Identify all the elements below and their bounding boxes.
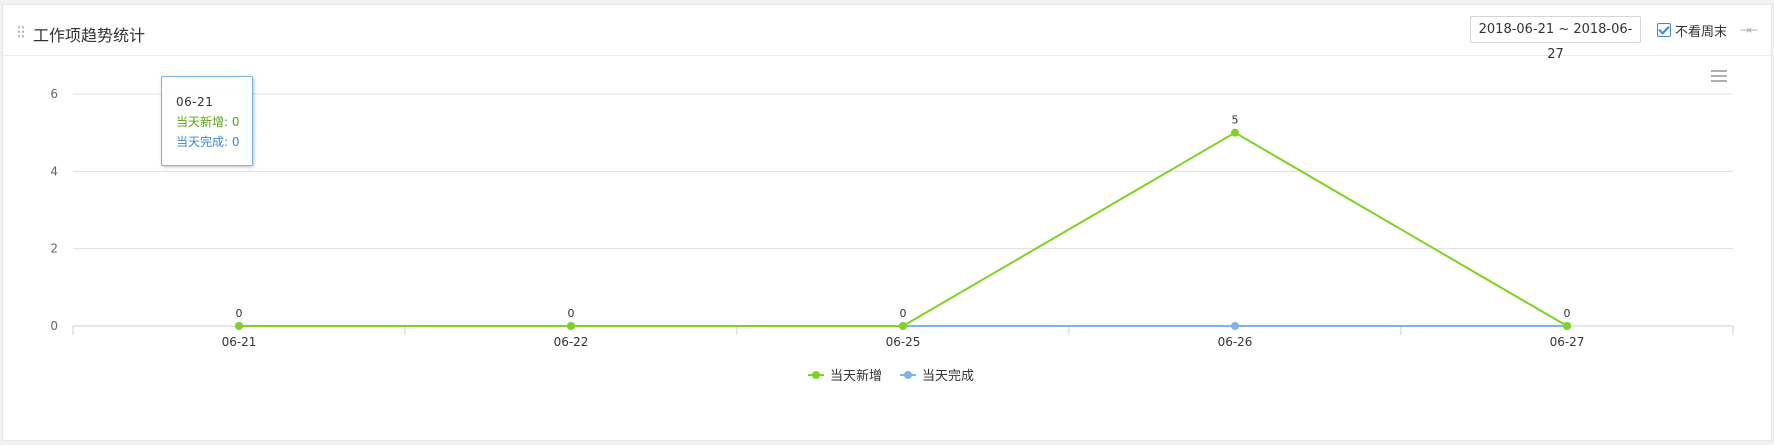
data-label: 0: [568, 307, 575, 320]
x-tick-label: 06-21: [222, 335, 257, 349]
tooltip-date: 06-21: [176, 95, 214, 109]
data-label: 5: [1232, 114, 1239, 127]
data-label: 0: [236, 307, 243, 320]
legend-new-symbol: [808, 370, 824, 380]
data-point-new: [1563, 322, 1571, 330]
data-point-done: [1231, 322, 1239, 330]
y-tick-label: 2: [50, 242, 58, 256]
y-tick-label: 6: [50, 87, 58, 101]
legend-item-new[interactable]: 当天新增: [808, 365, 882, 384]
legend-new-label: 当天新增: [830, 369, 883, 384]
tooltip-done-count: 当天完成: 0: [176, 135, 240, 149]
x-tick-label: 06-26: [1218, 335, 1253, 349]
legend-done-symbol: [900, 370, 917, 380]
data-label: 0: [1564, 307, 1571, 320]
data-point-new: [899, 322, 907, 330]
chart-legend: 当天新增 当天完成: [808, 365, 992, 384]
chart-menu-icon[interactable]: [1711, 69, 1727, 83]
y-tick-label: 4: [50, 164, 58, 178]
data-point-new: [567, 322, 575, 330]
y-tick-label: 0: [50, 319, 58, 333]
x-tick-label: 06-22: [554, 335, 589, 349]
legend-item-done[interactable]: 当天完成: [900, 365, 974, 384]
x-tick-label: 06-25: [886, 335, 921, 349]
x-tick-label: 06-27: [1550, 335, 1585, 349]
series-line-new: [239, 131, 1568, 327]
data-label: 0: [900, 307, 907, 320]
legend-done-label: 当天完成: [922, 369, 975, 384]
data-point-new: [235, 322, 243, 330]
data-point-new: [1231, 128, 1239, 137]
tooltip-new-count: 当天新增: 0: [176, 115, 240, 129]
chart-tooltip: 06-21 当天新增: 0 当天完成: 0: [161, 76, 253, 166]
